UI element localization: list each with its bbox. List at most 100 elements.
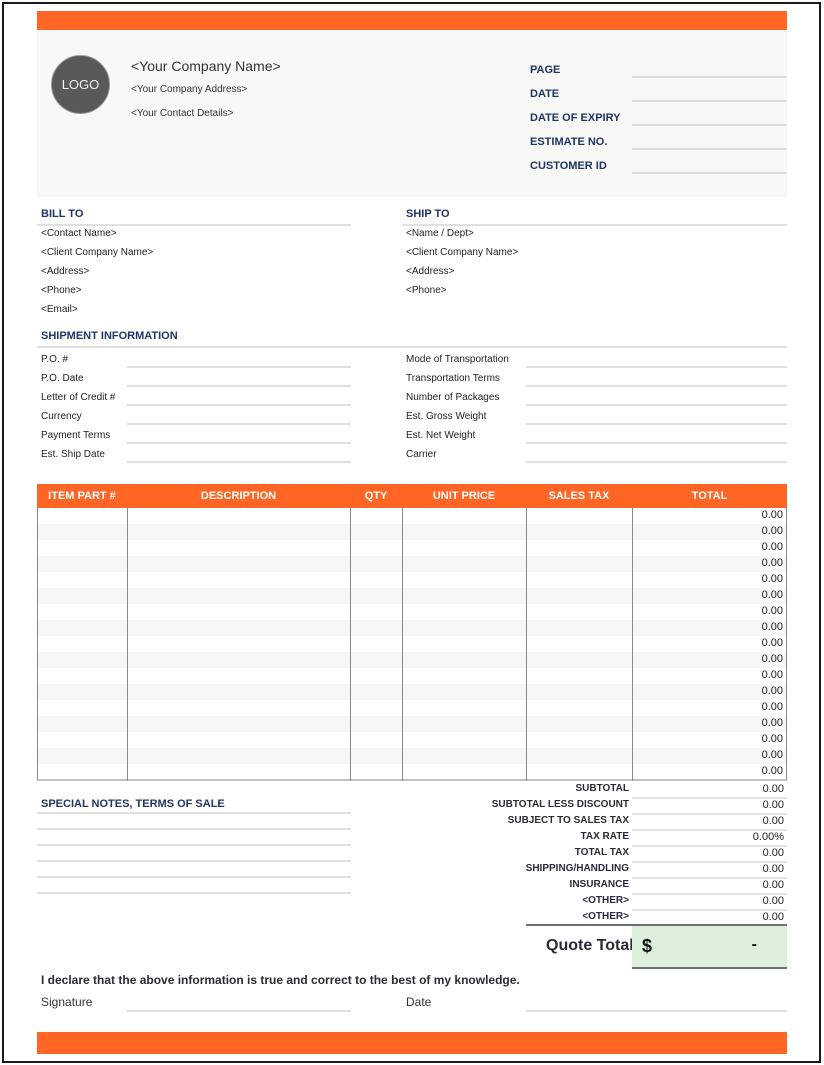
bottom-accent-bar bbox=[37, 1032, 787, 1054]
shipment-field-input[interactable] bbox=[127, 404, 351, 406]
quote-total-currency: $ bbox=[642, 936, 653, 956]
notes-line[interactable] bbox=[37, 812, 351, 814]
table-row[interactable]: 0.00 bbox=[38, 572, 786, 588]
shipment-field-input[interactable] bbox=[127, 385, 351, 387]
shipment-field-input[interactable] bbox=[526, 442, 787, 444]
col-divider bbox=[127, 508, 128, 781]
ship-to-line[interactable]: <Phone> bbox=[406, 285, 447, 296]
row-total: 0.00 bbox=[761, 637, 783, 649]
shipment-field-label: Letter of Credit # bbox=[41, 392, 116, 403]
summary-divider bbox=[632, 909, 787, 911]
table-row[interactable]: 0.00 bbox=[38, 524, 786, 540]
ship-to-line[interactable]: <Address> bbox=[406, 266, 454, 277]
table-row[interactable]: 0.00 bbox=[38, 652, 786, 668]
shipment-divider bbox=[37, 346, 787, 348]
table-row[interactable]: 0.00 bbox=[38, 636, 786, 652]
shipment-field-input[interactable] bbox=[526, 385, 787, 387]
row-total: 0.00 bbox=[761, 701, 783, 713]
meta-label: PAGE bbox=[530, 64, 561, 76]
company-name[interactable]: <Your Company Name> bbox=[131, 58, 281, 74]
shipment-field-input[interactable] bbox=[526, 423, 787, 425]
bill-to-line[interactable]: <Contact Name> bbox=[41, 228, 117, 239]
bill-to-divider bbox=[37, 224, 351, 226]
shipment-field-label: Est. Gross Weight bbox=[406, 411, 487, 422]
shipment-field-input[interactable] bbox=[127, 423, 351, 425]
summary-value: 0.00 bbox=[762, 799, 784, 811]
table-row[interactable]: 0.00 bbox=[38, 604, 786, 620]
bill-to-line[interactable]: <Phone> bbox=[41, 285, 82, 296]
row-total: 0.00 bbox=[761, 765, 783, 777]
col-description: DESCRIPTION bbox=[200, 490, 277, 502]
shipment-field-input[interactable] bbox=[526, 366, 787, 368]
row-total: 0.00 bbox=[761, 573, 783, 585]
table-row[interactable]: 0.00 bbox=[38, 716, 786, 732]
col-divider bbox=[350, 508, 351, 781]
shipment-field-input[interactable] bbox=[526, 461, 787, 463]
row-total: 0.00 bbox=[761, 589, 783, 601]
notes-line[interactable] bbox=[37, 860, 351, 862]
table-row[interactable]: 0.00 bbox=[38, 764, 786, 780]
summary-label: SUBTOTAL LESS DISCOUNT bbox=[491, 799, 629, 810]
meta-value-field[interactable] bbox=[632, 172, 787, 174]
table-row[interactable]: 0.00 bbox=[38, 748, 786, 764]
shipment-field-label: Payment Terms bbox=[41, 430, 111, 441]
row-total: 0.00 bbox=[761, 525, 783, 537]
summary-label: TOTAL TAX bbox=[574, 847, 629, 858]
notes-line[interactable] bbox=[37, 844, 351, 846]
summary-divider bbox=[632, 877, 787, 879]
meta-label: DATE OF EXPIRY bbox=[530, 112, 621, 124]
table-row[interactable]: 0.00 bbox=[38, 684, 786, 700]
signature-date-line[interactable] bbox=[526, 1010, 787, 1012]
shipment-field-label: Est. Net Weight bbox=[406, 430, 476, 441]
declaration-text: I declare that the above information is … bbox=[41, 973, 520, 987]
notes-line[interactable] bbox=[37, 876, 351, 878]
summary-divider bbox=[632, 813, 787, 815]
notes-line[interactable] bbox=[37, 892, 351, 894]
company-address[interactable]: <Your Company Address> bbox=[131, 84, 247, 95]
table-row[interactable]: 0.00 bbox=[38, 732, 786, 748]
bill-to-line[interactable]: <Email> bbox=[41, 304, 78, 315]
quote-total-box: $ - bbox=[632, 926, 787, 969]
notes-line[interactable] bbox=[37, 828, 351, 830]
shipment-field-label: Est. Ship Date bbox=[41, 449, 105, 460]
items-table-header: ITEM PART # DESCRIPTION QTY UNIT PRICE S… bbox=[37, 484, 787, 508]
meta-value-field[interactable] bbox=[632, 124, 787, 126]
row-total: 0.00 bbox=[761, 509, 783, 521]
bill-to-line[interactable]: <Address> bbox=[41, 266, 89, 277]
row-total: 0.00 bbox=[761, 653, 783, 665]
row-total: 0.00 bbox=[761, 669, 783, 681]
ship-to-line[interactable]: <Name / Dept> bbox=[406, 228, 474, 239]
table-row[interactable]: 0.00 bbox=[38, 620, 786, 636]
company-contact[interactable]: <Your Contact Details> bbox=[131, 108, 233, 119]
meta-value-field[interactable] bbox=[632, 148, 787, 150]
shipment-field-input[interactable] bbox=[526, 404, 787, 406]
row-total: 0.00 bbox=[761, 621, 783, 633]
table-row[interactable]: 0.00 bbox=[38, 700, 786, 716]
summary-divider bbox=[632, 893, 787, 895]
bill-to-heading: BILL TO bbox=[41, 208, 84, 220]
table-row[interactable]: 0.00 bbox=[38, 508, 786, 524]
shipment-field-input[interactable] bbox=[127, 461, 351, 463]
table-row[interactable]: 0.00 bbox=[38, 588, 786, 604]
shipment-field-input[interactable] bbox=[127, 442, 351, 444]
ship-to-line[interactable]: <Client Company Name> bbox=[406, 247, 518, 258]
table-row[interactable]: 0.00 bbox=[38, 556, 786, 572]
shipment-field-label: Transportation Terms bbox=[406, 373, 500, 384]
shipment-field-input[interactable] bbox=[127, 366, 351, 368]
meta-value-field[interactable] bbox=[632, 76, 787, 78]
col-unit-price: UNIT PRICE bbox=[432, 490, 496, 502]
summary-label: <OTHER> bbox=[582, 911, 629, 922]
summary-divider bbox=[632, 845, 787, 847]
signature-line[interactable] bbox=[127, 1010, 351, 1012]
ship-to-heading: SHIP TO bbox=[406, 208, 450, 220]
ship-to-divider bbox=[402, 224, 787, 226]
bill-to-line[interactable]: <Client Company Name> bbox=[41, 247, 153, 258]
logo-text: LOGO bbox=[61, 77, 100, 92]
company-logo: LOGO bbox=[51, 55, 110, 114]
table-row[interactable]: 0.00 bbox=[38, 540, 786, 556]
shipment-field-label: Number of Packages bbox=[406, 392, 500, 403]
summary-label: INSURANCE bbox=[569, 879, 629, 890]
col-divider bbox=[402, 508, 403, 781]
table-row[interactable]: 0.00 bbox=[38, 668, 786, 684]
meta-value-field[interactable] bbox=[632, 100, 787, 102]
